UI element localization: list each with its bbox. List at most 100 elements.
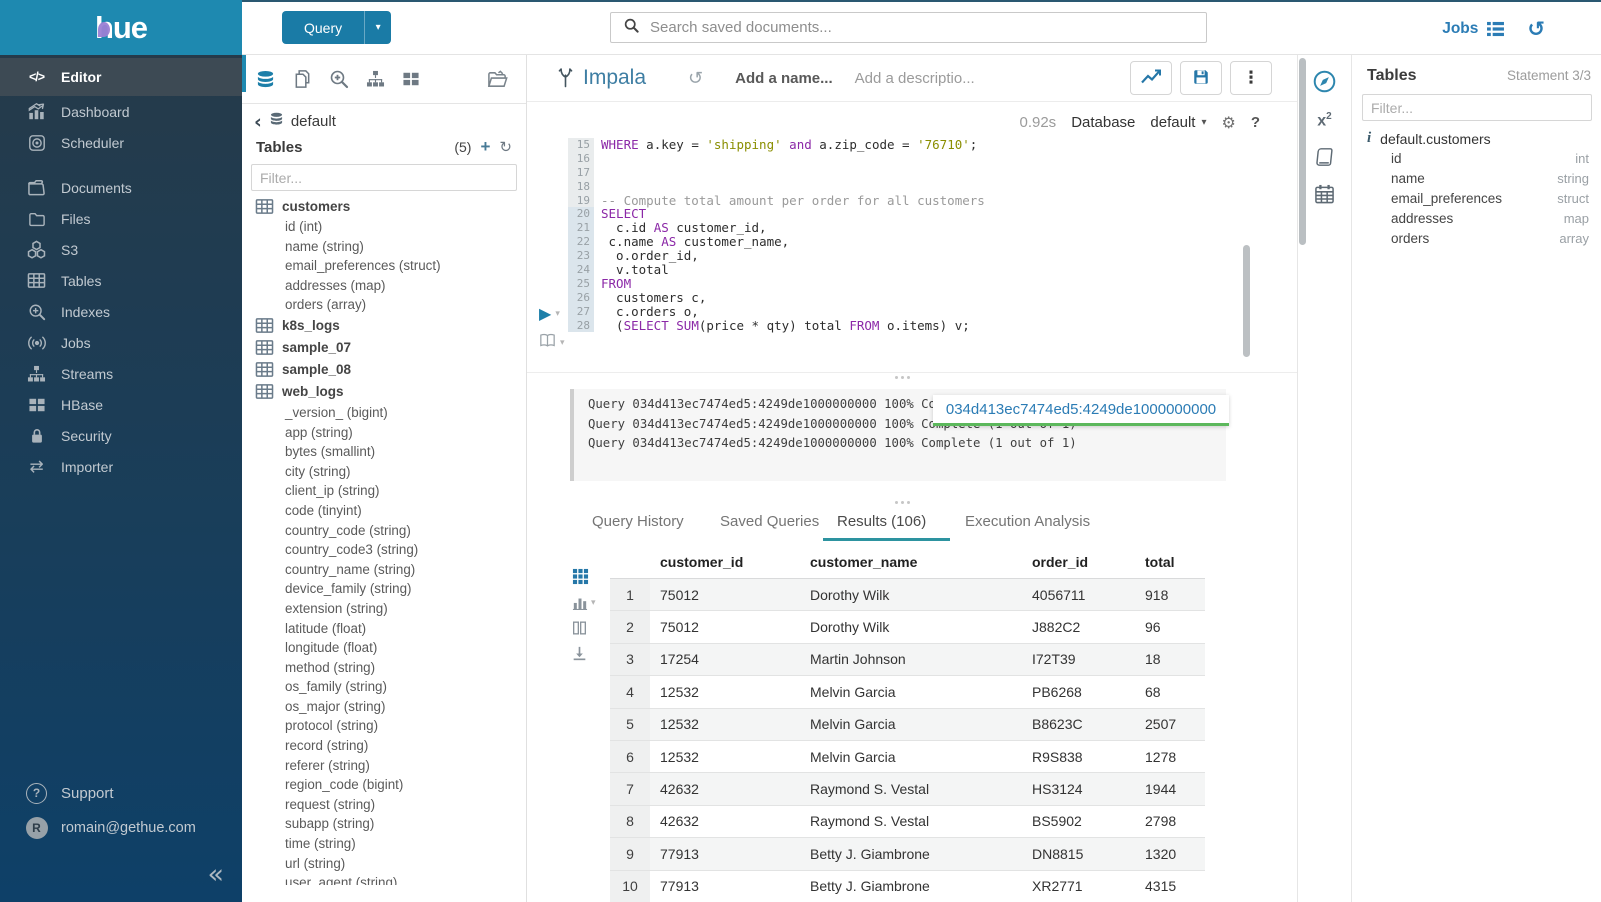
query-id-popup[interactable]: 034d413ec7474ed5:4249de1000000000 bbox=[933, 395, 1229, 426]
table-row[interactable]: 842632Raymond S. VestalBS59022798 bbox=[610, 806, 1205, 838]
editor-scrollbar-thumb[interactable] bbox=[1243, 245, 1250, 357]
tab-results-106[interactable]: Results (106) bbox=[837, 513, 926, 530]
assist-table-sample-07[interactable]: sample_07 bbox=[255, 337, 526, 359]
table-row[interactable]: 412532Melvin GarciaPB626868 bbox=[610, 676, 1205, 708]
execute-button[interactable]: ▶ bbox=[539, 304, 551, 323]
editor-help-icon[interactable]: ? bbox=[1251, 114, 1260, 131]
assist-column[interactable]: code (tinyint) bbox=[255, 501, 526, 521]
compass-icon[interactable] bbox=[1312, 69, 1337, 94]
assist-table-sample-08[interactable]: sample_08 bbox=[255, 359, 526, 381]
assist-column[interactable]: record (string) bbox=[255, 736, 526, 756]
sidebar-item-scheduler[interactable]: Scheduler bbox=[0, 127, 242, 158]
assist-column[interactable]: subapp (string) bbox=[255, 814, 526, 834]
assist-column[interactable]: id (int) bbox=[255, 217, 526, 237]
brand-header[interactable]: hue bbox=[0, 0, 242, 55]
assist-column[interactable]: country_code3 (string) bbox=[255, 540, 526, 560]
assist-column[interactable]: addresses (map) bbox=[255, 276, 526, 296]
language-reference-icon[interactable] bbox=[1315, 147, 1335, 167]
functions-icon[interactable]: x2 bbox=[1317, 111, 1331, 130]
sitemap-icon[interactable] bbox=[366, 70, 385, 88]
assist-column[interactable]: os_family (string) bbox=[255, 677, 526, 697]
assist-column[interactable]: app (string) bbox=[255, 423, 526, 443]
assist-column[interactable]: name (string) bbox=[255, 237, 526, 257]
right-column-name[interactable]: namestring bbox=[1353, 168, 1601, 188]
sql-editor[interactable]: 15WHERE a.key = 'shipping' and a.zip_cod… bbox=[568, 138, 985, 332]
execute-options-caret[interactable]: ▾ bbox=[555, 309, 560, 319]
columns-icon[interactable] bbox=[572, 620, 596, 636]
active-table-row[interactable]: i default.customers bbox=[1353, 121, 1601, 148]
chart-bars-icon[interactable]: ▾ bbox=[572, 595, 596, 610]
sidebar-item-jobs[interactable]: Jobs bbox=[0, 327, 242, 358]
sidebar-item-documents[interactable]: Documents bbox=[0, 172, 242, 203]
sidebar-item-importer[interactable]: ⇄Importer bbox=[0, 451, 242, 482]
table-row[interactable]: 275012Dorothy WilkJ882C296 bbox=[610, 611, 1205, 643]
resize-grip-bottom[interactable] bbox=[893, 501, 911, 504]
right-column-addresses[interactable]: addressesmap bbox=[1353, 209, 1601, 229]
assist-column[interactable]: extension (string) bbox=[255, 599, 526, 619]
assist-table-web-logs[interactable]: web_logs bbox=[255, 381, 526, 403]
assist-column[interactable]: device_family (string) bbox=[255, 579, 526, 599]
tab-saved-queries[interactable]: Saved Queries bbox=[720, 513, 819, 530]
back-icon[interactable]: ‹ bbox=[254, 114, 262, 130]
resize-grip-top[interactable] bbox=[893, 376, 911, 379]
sidebar-item-files[interactable]: Files bbox=[0, 203, 242, 234]
database-icon[interactable] bbox=[255, 70, 276, 89]
assist-table-customers[interactable]: customers bbox=[255, 195, 526, 217]
grid-icon[interactable] bbox=[402, 71, 420, 87]
assist-column[interactable]: bytes (smallint) bbox=[255, 442, 526, 462]
database-select[interactable]: default bbox=[1150, 114, 1195, 131]
assist-column[interactable]: region_code (bigint) bbox=[255, 775, 526, 795]
assist-column[interactable]: orders (array) bbox=[255, 295, 526, 315]
table-row[interactable]: 742632Raymond S. VestalHS31241944 bbox=[610, 773, 1205, 805]
assist-column[interactable]: country_name (string) bbox=[255, 560, 526, 580]
sidebar-item-dashboard[interactable]: Dashboard bbox=[0, 96, 242, 127]
assist-column[interactable]: method (string) bbox=[255, 658, 526, 678]
sidebar-item-s3[interactable]: S3 bbox=[0, 234, 242, 265]
assist-column[interactable]: url (string) bbox=[255, 854, 526, 874]
engine-name[interactable]: Impala bbox=[583, 66, 646, 90]
sidebar-item-editor[interactable]: </>Editor bbox=[0, 58, 242, 96]
sidebar-item-hbase[interactable]: HBase bbox=[0, 389, 242, 420]
assist-filter-input[interactable] bbox=[251, 164, 517, 191]
assist-column[interactable]: os_major (string) bbox=[255, 697, 526, 717]
table-row[interactable]: 512532Melvin GarciaB8623C2507 bbox=[610, 709, 1205, 741]
results-column-header[interactable]: order_id bbox=[1022, 554, 1135, 570]
results-column-header[interactable]: total bbox=[1135, 554, 1205, 570]
sidebar-item-streams[interactable]: Streams bbox=[0, 358, 242, 389]
results-column-header[interactable]: customer_name bbox=[800, 554, 1022, 570]
format-icon[interactable] bbox=[539, 333, 556, 353]
table-row[interactable]: 175012Dorothy Wilk4056711918 bbox=[610, 579, 1205, 611]
assist-column[interactable]: email_preferences (struct) bbox=[255, 256, 526, 276]
copy-documents-icon[interactable] bbox=[293, 69, 312, 89]
query-history-icon[interactable]: ↺ bbox=[1527, 19, 1545, 39]
table-row[interactable]: 1077913Betty J. GiambroneXR27714315 bbox=[610, 871, 1205, 902]
jobs-link[interactable]: Jobs bbox=[1442, 20, 1505, 38]
assist-column[interactable]: country_code (string) bbox=[255, 521, 526, 541]
right-column-orders[interactable]: ordersarray bbox=[1353, 229, 1601, 249]
new-query-button[interactable]: Query ▾ bbox=[282, 11, 391, 44]
page-scrollbar-thumb[interactable] bbox=[1299, 58, 1306, 245]
table-row[interactable]: 317254Martin JohnsonI72T3918 bbox=[610, 644, 1205, 676]
download-icon[interactable] bbox=[572, 646, 596, 661]
format-options-caret[interactable]: ▾ bbox=[560, 338, 565, 348]
zoom-in-icon[interactable] bbox=[329, 69, 349, 89]
results-column-header[interactable]: customer_id bbox=[650, 554, 800, 570]
assist-column[interactable]: user_agent (string) bbox=[255, 873, 526, 885]
assist-column[interactable]: client_ip (string) bbox=[255, 481, 526, 501]
breadcrumb-database[interactable]: default bbox=[291, 113, 336, 130]
search-input[interactable] bbox=[648, 18, 1206, 37]
assist-column[interactable]: city (string) bbox=[255, 462, 526, 482]
assist-column[interactable]: _version_ (bigint) bbox=[255, 403, 526, 423]
assist-column[interactable]: time (string) bbox=[255, 834, 526, 854]
database-caret-icon[interactable]: ▾ bbox=[1201, 117, 1206, 128]
table-row[interactable]: 612532Melvin GarciaR9S8381278 bbox=[610, 741, 1205, 773]
snippet-history-icon[interactable]: ↺ bbox=[688, 68, 703, 89]
calendar-icon[interactable] bbox=[1314, 184, 1335, 204]
assist-column[interactable]: request (string) bbox=[255, 795, 526, 815]
grid-blue-icon[interactable] bbox=[572, 568, 596, 585]
query-dropdown-caret[interactable]: ▾ bbox=[365, 11, 391, 44]
collapse-sidebar-icon[interactable]: « bbox=[207, 861, 224, 888]
assist-column[interactable]: referer (string) bbox=[255, 756, 526, 776]
sidebar-item-security[interactable]: Security bbox=[0, 420, 242, 451]
save-button[interactable] bbox=[1180, 61, 1222, 95]
